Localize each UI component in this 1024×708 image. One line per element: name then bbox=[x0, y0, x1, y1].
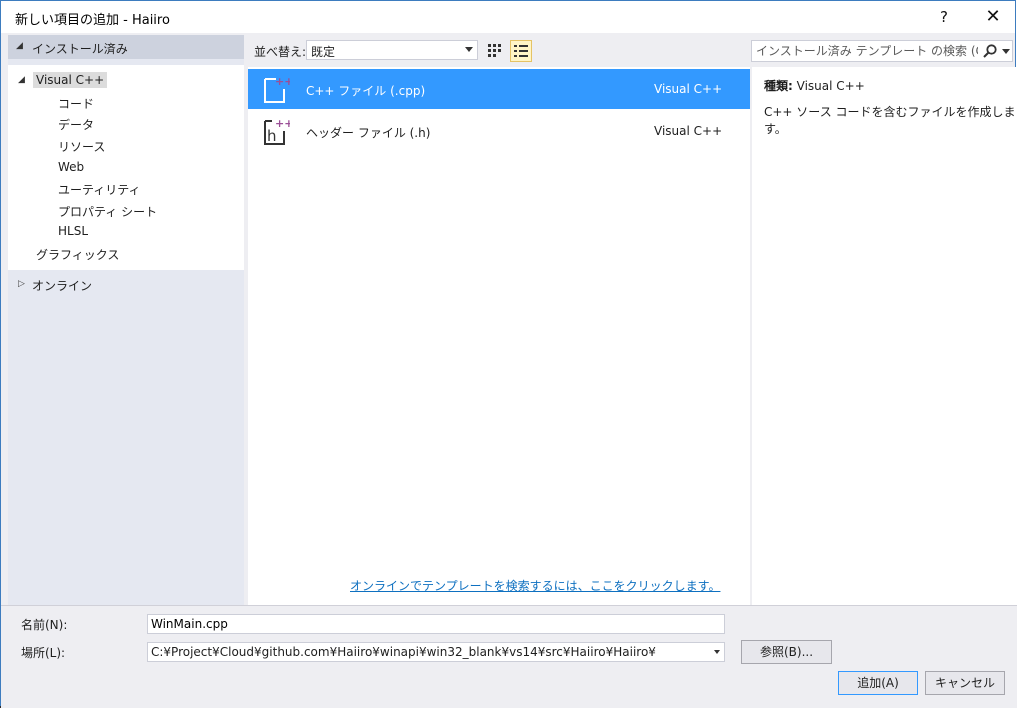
list-view-icon bbox=[514, 45, 528, 57]
chevron-down-icon bbox=[714, 650, 720, 654]
location-dropdown[interactable]: C:¥Project¥Cloud¥github.com¥Haiiro¥winap… bbox=[147, 642, 725, 662]
search-input[interactable] bbox=[754, 42, 980, 60]
title-bar: 新しい項目の追加 - Haiiro ? ✕ bbox=[1, 1, 1015, 33]
expand-arrow-icon[interactable]: ▷ bbox=[18, 279, 25, 289]
collapse-arrow-icon[interactable]: ◢ bbox=[16, 41, 23, 51]
template-list: ++ C++ ファイル (.cpp) Visual C++ h ++ ヘッダー … bbox=[248, 67, 750, 605]
svg-text:++: ++ bbox=[275, 117, 290, 130]
template-search-box bbox=[751, 40, 1013, 62]
template-item-cpp[interactable]: ++ C++ ファイル (.cpp) Visual C++ bbox=[248, 69, 750, 109]
template-item-header[interactable]: h ++ ヘッダー ファイル (.h) Visual C++ bbox=[248, 111, 750, 151]
tree-item-utility[interactable]: ユーティリティ bbox=[58, 181, 141, 198]
sort-dropdown[interactable]: 既定 bbox=[306, 40, 478, 60]
cancel-button[interactable]: キャンセル bbox=[925, 671, 1005, 695]
template-language: Visual C++ bbox=[654, 82, 723, 96]
item-form: 名前(N): 場所(L): C:¥Project¥Cloud¥github.co… bbox=[1, 605, 1017, 708]
tree-item-visual-cpp[interactable]: Visual C++ bbox=[33, 72, 108, 88]
location-value: C:¥Project¥Cloud¥github.com¥Haiiro¥winap… bbox=[151, 645, 656, 659]
add-button[interactable]: 追加(A) bbox=[838, 671, 918, 695]
installed-label: インストール済み bbox=[32, 42, 128, 56]
help-button[interactable]: ? bbox=[931, 4, 957, 30]
small-icons-view-button[interactable] bbox=[484, 40, 506, 62]
tree-item-resource[interactable]: リソース bbox=[58, 138, 105, 155]
chevron-down-icon bbox=[465, 47, 473, 52]
tree-item-online[interactable]: オンライン bbox=[32, 277, 92, 294]
dialog-title: 新しい項目の追加 - Haiiro bbox=[15, 13, 170, 28]
category-panel: ◢ インストール済み ◢ Visual C++ コード データ リソース Web… bbox=[8, 35, 244, 605]
template-name: ヘッダー ファイル (.h) bbox=[306, 126, 431, 140]
browse-button[interactable]: 参照(B)... bbox=[741, 640, 832, 664]
name-label: 名前(N): bbox=[21, 618, 68, 632]
expand-arrow-icon[interactable]: ◢ bbox=[18, 75, 25, 85]
category-tree: ◢ Visual C++ コード データ リソース Web ユーティリティ プロ… bbox=[8, 65, 244, 270]
sort-value: 既定 bbox=[311, 45, 336, 59]
tree-item-web[interactable]: Web bbox=[58, 160, 84, 174]
tree-item-data[interactable]: データ bbox=[58, 116, 94, 133]
cpp-file-icon: ++ bbox=[264, 75, 290, 103]
location-label: 場所(L): bbox=[21, 646, 66, 660]
tree-item-code[interactable]: コード bbox=[58, 95, 94, 112]
grid-view-icon bbox=[488, 44, 501, 57]
chevron-down-icon[interactable] bbox=[1002, 49, 1010, 54]
tree-item-hlsl[interactable]: HLSL bbox=[58, 224, 88, 238]
tree-item-graphics[interactable]: グラフィックス bbox=[36, 246, 119, 263]
template-language: Visual C++ bbox=[654, 124, 723, 138]
online-search-link[interactable]: オンラインでテンプレートを検索するには、ここをクリックします。 bbox=[350, 577, 720, 594]
header-file-icon: h ++ bbox=[264, 117, 290, 145]
svg-text:++: ++ bbox=[275, 75, 290, 88]
tree-item-property-sheet[interactable]: プロパティ シート bbox=[58, 203, 157, 220]
details-pane: 種類: Visual C++ C++ ソース コードを含むファイルを作成します。 bbox=[752, 67, 1017, 605]
type-label: 種類: bbox=[764, 79, 793, 93]
name-field[interactable] bbox=[147, 614, 725, 634]
background-window-strip bbox=[1016, 0, 1024, 708]
search-icon[interactable] bbox=[982, 43, 998, 59]
template-name: C++ ファイル (.cpp) bbox=[306, 84, 426, 98]
list-view-button[interactable] bbox=[510, 40, 532, 62]
sort-label: 並べ替え: bbox=[254, 45, 307, 59]
template-description: C++ ソース コードを含むファイルを作成します。 bbox=[764, 105, 1016, 136]
close-button[interactable]: ✕ bbox=[978, 4, 1008, 30]
type-value: Visual C++ bbox=[796, 79, 865, 93]
type-line: 種類: Visual C++ bbox=[764, 77, 865, 94]
template-toolbar: 並べ替え: 既定 bbox=[248, 35, 1015, 65]
installed-header[interactable]: ◢ インストール済み bbox=[8, 35, 244, 59]
add-new-item-dialog: 新しい項目の追加 - Haiiro ? ✕ ◢ インストール済み ◢ Visua… bbox=[0, 0, 1017, 708]
